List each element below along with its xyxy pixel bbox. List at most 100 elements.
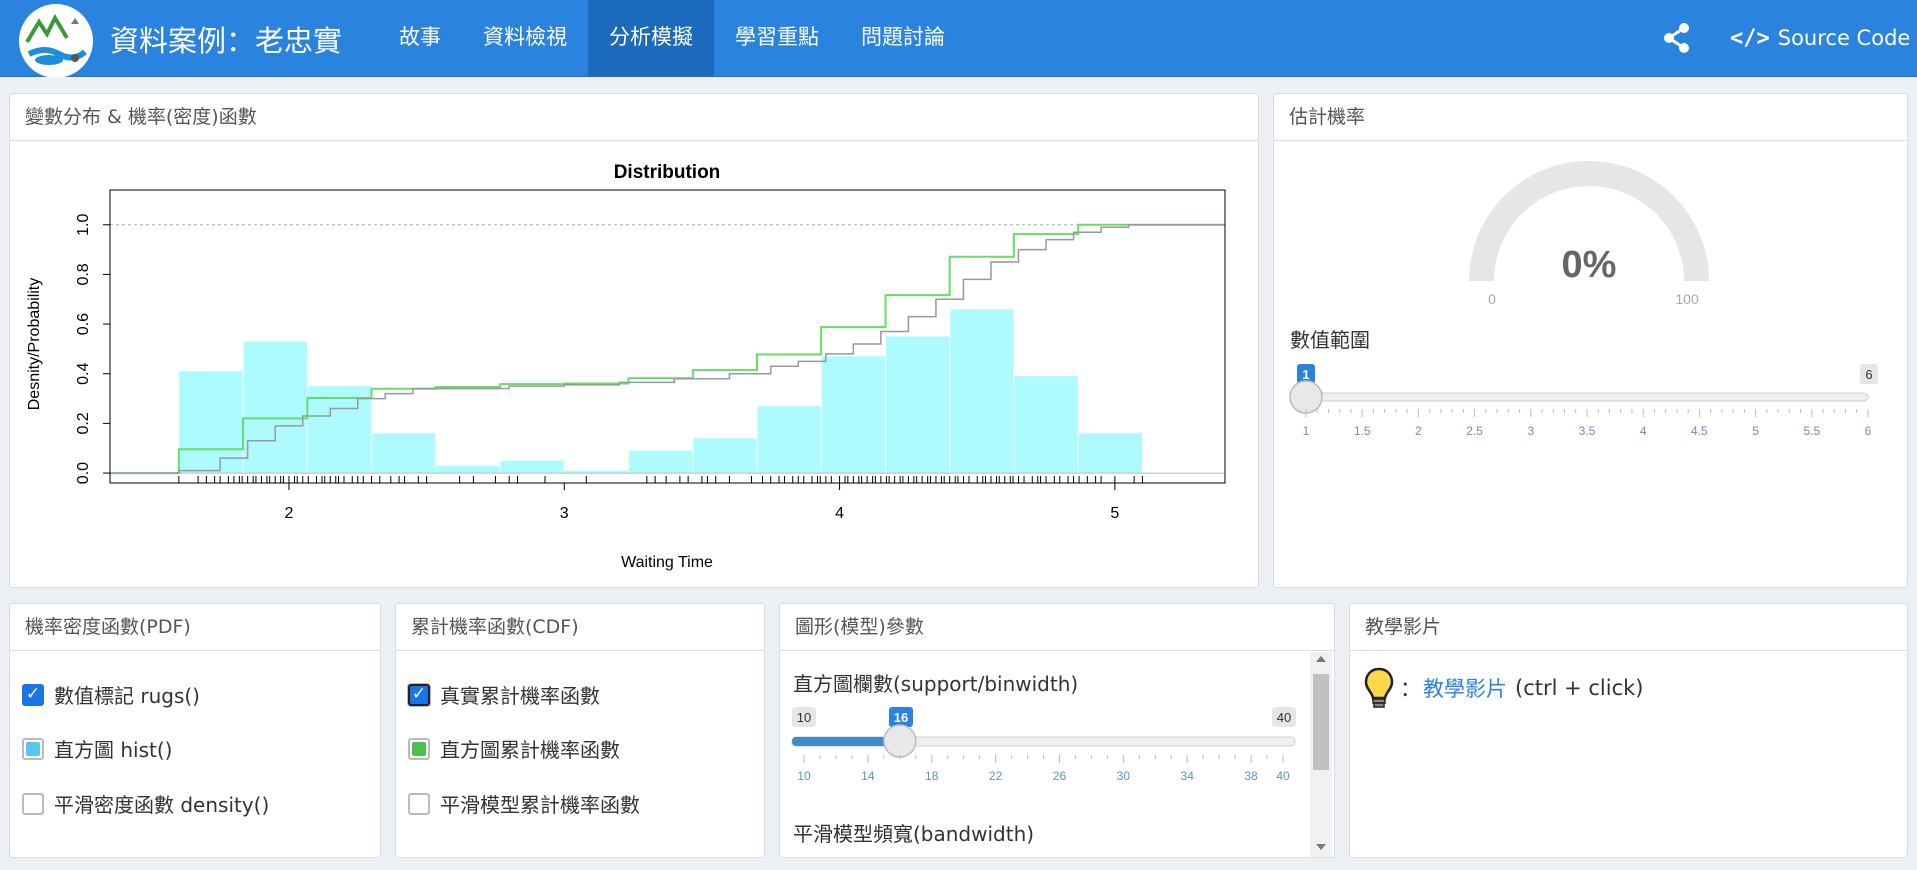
smooth-cdf-checkbox[interactable]	[408, 792, 430, 815]
range-slider-tick-label: 2	[1415, 424, 1422, 438]
hist-bar	[372, 433, 436, 474]
share-icon[interactable]	[1662, 22, 1692, 54]
tab-learning-points[interactable]: 學習重點	[714, 0, 840, 77]
bandwidth-label: 平滑模型頻寬(bandwidth)	[793, 822, 1035, 846]
range-slider-tick-label: 5	[1752, 424, 1759, 438]
y-tick-label: 1.0	[75, 214, 92, 236]
tab-story[interactable]: 故事	[378, 0, 462, 77]
gauge-min-label: 0	[1488, 291, 1496, 307]
y-tick-label: 0.0	[75, 462, 92, 484]
x-tick-label: 4	[835, 505, 844, 522]
video-row: ： 教學影片 (ctrl + click)	[1364, 666, 1644, 710]
empirical-cdf-checkbox[interactable]	[408, 683, 430, 706]
video-panel-heading: 教學影片	[1350, 604, 1907, 651]
hist-cdf-checkbox-label: 直方圖累計機率函數	[440, 738, 620, 762]
probability-gauge: 0% 0 100	[1469, 161, 1709, 307]
tab-analysis-simulation[interactable]: 分析模擬	[588, 0, 714, 77]
range-slider[interactable]: 6 1 1 1.5 2 2.5 3 3.5 4 4.5 5 5.5 6	[1274, 354, 1907, 464]
gauge-value: 0%	[1562, 244, 1617, 286]
param-scrollbar[interactable]	[1310, 652, 1332, 857]
rugs-checkbox-label: 數值標記 rugs()	[54, 684, 200, 708]
bins-slider-tick-label: 26	[1053, 769, 1067, 783]
hist-bar	[243, 341, 307, 474]
hist-bar	[500, 460, 564, 474]
x-tick-label: 2	[284, 505, 293, 522]
density-checkbox-row[interactable]: 平滑密度函數 density()	[22, 789, 269, 818]
main-nav: 故事 資料檢視 分析模擬 學習重點 問題討論	[378, 0, 966, 77]
hist-checkbox-label: 直方圖 hist()	[54, 738, 173, 762]
range-slider-tick-label: 2.5	[1466, 424, 1483, 438]
chart-x-axis-label: Waiting Time	[621, 554, 713, 571]
scroll-down-arrow[interactable]	[1316, 844, 1326, 850]
rugs-checkbox[interactable]	[22, 683, 44, 706]
y-tick-label: 0.4	[75, 363, 92, 385]
tab-data-view[interactable]: 資料檢視	[462, 0, 588, 77]
range-slider-tick-label: 3.5	[1579, 424, 1596, 438]
chart-title: Distribution	[614, 162, 721, 183]
cdf-panel-heading: 累計機率函數(CDF)	[396, 604, 764, 651]
app-title: 資料案例：老忠實	[110, 24, 343, 58]
bins-slider-tick-label: 40	[1276, 769, 1290, 783]
bins-slider-min-text: 10	[797, 710, 811, 725]
x-tick-label: 3	[560, 505, 569, 522]
range-slider-tick-label: 4	[1640, 424, 1647, 438]
y-tick-label: 0.6	[75, 313, 92, 335]
hist-bar	[1014, 376, 1078, 474]
bins-slider-tick-label: 18	[925, 769, 939, 783]
bins-slider-value-text: 16	[894, 710, 908, 725]
empirical-cdf-checkbox-label: 真實累計機率函數	[440, 684, 600, 708]
range-slider-tick-label: 6	[1865, 424, 1872, 438]
distribution-chart: Distribution Waiting Time Desnity/Probab…	[26, 162, 1226, 571]
video-panel: 教學影片 ： 教學影片 (ctrl + click)	[1349, 603, 1908, 858]
logo-icon[interactable]	[19, 4, 93, 78]
smooth-cdf-checkbox-row[interactable]: 平滑模型累計機率函數	[408, 789, 640, 818]
density-checkbox[interactable]	[22, 792, 44, 815]
hist-checkbox-row[interactable]: 直方圖 hist()	[22, 734, 172, 763]
hist-cdf-checkbox[interactable]	[408, 737, 430, 760]
hist-bar	[1078, 433, 1142, 474]
smooth-cdf-checkbox-label: 平滑模型累計機率函數	[440, 793, 640, 817]
pdf-panel: 機率密度函數(PDF) 數值標記 rugs() 直方圖 hist() 平滑密度函…	[9, 603, 381, 858]
bins-slider[interactable]: 10 40 16 10 14 18 22 26 30 34 38 40	[780, 700, 1300, 796]
bins-label: 直方圖欄數(support/binwidth)	[793, 672, 1079, 696]
bins-slider-tick-label: 10	[797, 769, 811, 783]
chart-y-axis-label: Desnity/Probability	[26, 278, 43, 411]
scroll-up-arrow[interactable]	[1316, 656, 1326, 662]
distribution-panel-heading: 變數分布 & 機率(密度)函數	[10, 94, 1258, 141]
y-tick-label: 0.8	[75, 263, 92, 285]
scroll-thumb[interactable]	[1313, 674, 1329, 770]
bins-slider-handle[interactable]	[883, 724, 917, 758]
x-tick-label: 5	[1110, 505, 1119, 522]
video-link[interactable]: 教學影片	[1423, 673, 1507, 703]
range-label: 數值範圍	[1290, 328, 1370, 352]
range-slider-tick-label: 3	[1527, 424, 1534, 438]
hist-checkbox[interactable]	[22, 737, 44, 760]
tab-discussion[interactable]: 問題討論	[840, 0, 966, 77]
estimate-panel-heading: 估計機率	[1274, 94, 1907, 141]
range-slider-tick-label: 1	[1303, 424, 1310, 438]
source-code-button[interactable]: </> Source Code	[1730, 18, 1910, 58]
range-slider-tick-label: 4.5	[1691, 424, 1708, 438]
hist-bar	[693, 438, 757, 474]
cdf-panel: 累計機率函數(CDF) 真實累計機率函數 直方圖累計機率函數 平滑模型累計機率函…	[395, 603, 765, 858]
hist-cdf-checkbox-row[interactable]: 直方圖累計機率函數	[408, 734, 620, 763]
bins-slider-tick-label: 14	[861, 769, 875, 783]
range-slider-tick-label: 1.5	[1354, 424, 1371, 438]
pdf-panel-heading: 機率密度函數(PDF)	[10, 604, 380, 651]
bins-slider-tick-label: 22	[989, 769, 1003, 783]
code-icon: </>	[1730, 25, 1770, 51]
range-slider-handle[interactable]	[1289, 380, 1323, 414]
hist-bar	[950, 309, 1014, 474]
source-code-label: Source Code	[1777, 26, 1911, 50]
y-tick-label: 0.2	[75, 412, 92, 434]
hist-bar	[757, 406, 821, 474]
estimate-panel: 估計機率 0% 0 100 數值範圍 6 1 1 1.5 2 2.5 3 3.5 4 4.5 5…	[1273, 93, 1908, 588]
rugs-checkbox-row[interactable]: 數值標記 rugs()	[22, 680, 200, 709]
video-hint: (ctrl + click)	[1515, 676, 1644, 700]
empirical-cdf-checkbox-row[interactable]: 真實累計機率函數	[408, 680, 600, 709]
range-slider-track[interactable]	[1305, 392, 1869, 402]
range-slider-tick-label: 5.5	[1803, 424, 1820, 438]
density-checkbox-label: 平滑密度函數 density()	[54, 793, 270, 817]
hist-bar	[628, 450, 693, 474]
hist-bar	[821, 356, 886, 474]
